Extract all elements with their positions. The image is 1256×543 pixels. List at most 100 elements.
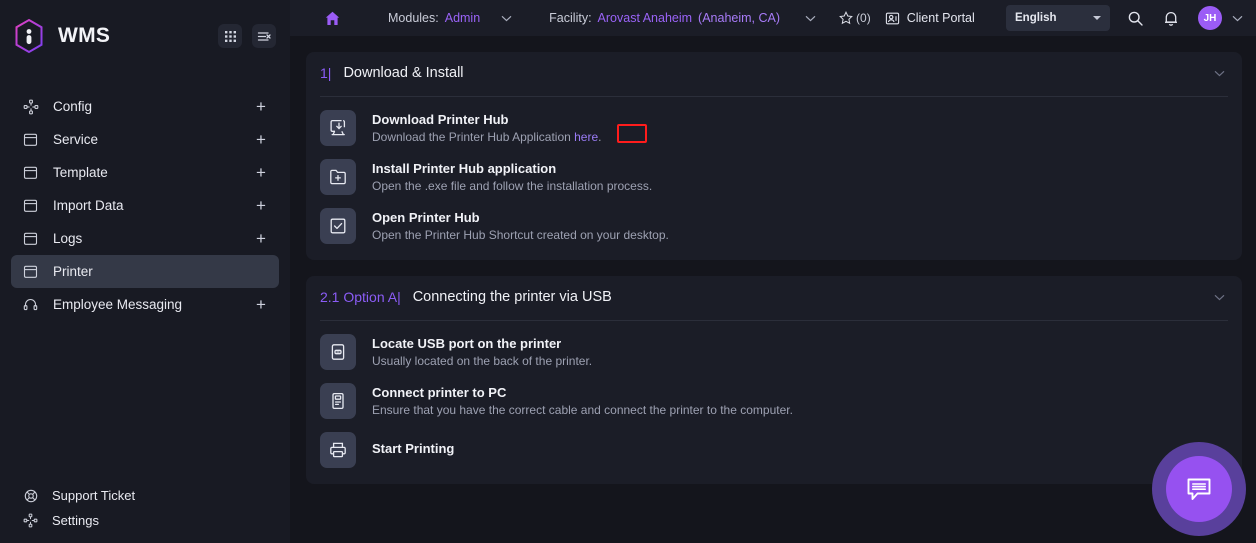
facility-location: (Anaheim, CA) [698,11,780,25]
sidebar-item-label: Import Data [53,198,240,213]
bell-icon[interactable] [1160,7,1182,29]
section-title: Download & Install [343,65,463,81]
printer-icon [320,432,356,468]
sidebar-footer: Support Ticket Settings [0,483,290,533]
modules-label: Modules: [388,11,439,25]
hierarchy-icon [22,98,39,115]
step-description: Open the .exe file and follow the instal… [372,179,652,193]
facility-value: Arovast Anaheim [598,11,693,25]
add-employee-messaging-button[interactable]: + [254,296,268,313]
chat-bubble-icon [1166,456,1232,522]
download-to-device-icon [320,110,356,146]
step-connect-printer-to-pc[interactable]: Connect printer to PC Ensure that you ha… [306,370,1242,419]
app-root: WMS [0,0,1256,543]
chevron-down-icon[interactable] [1213,291,1226,304]
content-scroll-area[interactable]: 1 | Download & Install [290,36,1256,543]
modules-value: Admin [445,11,480,25]
sidebar-item-employee-messaging[interactable]: Employee Messaging + [11,288,279,321]
section-header[interactable]: 2.1 Option A | Connecting the printer vi… [306,276,1242,318]
sidebar-item-settings[interactable]: Settings [0,508,290,533]
section-pipe: | [328,65,332,81]
sidebar-nav: Config + Service + T [0,90,290,321]
favorites-button[interactable]: (0) [839,11,871,25]
sidebar-item-label: Employee Messaging [53,297,240,312]
collapse-sidebar-icon[interactable] [252,24,276,48]
step-title: Start Printing [372,441,454,456]
sidebar-item-config[interactable]: Config + [11,90,279,123]
section-card-download-install: 1 | Download & Install [306,52,1242,260]
step-start-printing[interactable]: Start Printing [306,419,1242,468]
chevron-down-icon [1093,16,1101,20]
star-icon [839,11,853,25]
language-select[interactable]: English [1006,5,1110,31]
add-config-button[interactable]: + [254,98,268,115]
add-logs-button[interactable]: + [254,230,268,247]
chat-launcher-button[interactable] [1152,442,1246,536]
step-text: Download Printer Hub Download the Printe… [372,112,602,144]
step-text: Start Printing [372,441,454,459]
step-description: Download the Printer Hub Application her… [372,130,602,144]
grid-apps-icon[interactable] [218,24,242,48]
search-icon[interactable] [1124,7,1146,29]
usb-port-icon [320,334,356,370]
step-download-printer-hub[interactable]: Download Printer Hub Download the Printe… [306,97,1242,146]
section-card-usb-connection: 2.1 Option A | Connecting the printer vi… [306,276,1242,484]
step-text: Locate USB port on the printer Usually l… [372,336,592,368]
chevron-down-icon[interactable] [804,12,817,25]
chevron-down-icon[interactable] [1231,12,1244,25]
add-service-button[interactable]: + [254,131,268,148]
sidebar: WMS [0,0,290,543]
sidebar-item-printer[interactable]: Printer [11,255,279,288]
highlight-annotation-box [617,124,647,143]
facility-selector[interactable]: Facility: Arovast Anaheim (Anaheim, CA) [549,11,817,25]
calendar-icon [22,263,39,280]
calendar-icon [22,164,39,181]
calendar-icon [22,197,39,214]
step-title: Open Printer Hub [372,210,669,225]
hierarchy-icon [22,512,39,529]
add-template-button[interactable]: + [254,164,268,181]
step-description: Open the Printer Hub Shortcut created on… [372,228,669,242]
step-install-printer-hub[interactable]: Install Printer Hub application Open the… [306,146,1242,195]
id-badge-icon [885,11,900,26]
section-title: Connecting the printer via USB [413,289,612,305]
sidebar-item-logs[interactable]: Logs + [11,222,279,255]
client-portal-button[interactable]: Client Portal [885,11,975,26]
step-text: Install Printer Hub application Open the… [372,161,652,193]
hexagon-person-icon [12,17,46,55]
section-number: 1 [320,65,328,81]
section-header[interactable]: 1 | Download & Install [306,52,1242,94]
step-description: Ensure that you have the correct cable a… [372,403,793,417]
add-import-data-button[interactable]: + [254,197,268,214]
sidebar-item-service[interactable]: Service + [11,123,279,156]
sidebar-footer-label: Support Ticket [52,488,268,503]
modules-selector[interactable]: Modules: Admin [388,11,513,25]
brand-title: WMS [58,24,110,48]
home-icon[interactable] [324,9,342,27]
step-open-printer-hub[interactable]: Open Printer Hub Open the Printer Hub Sh… [306,195,1242,244]
avatar[interactable]: JH [1198,6,1222,30]
checkbox-square-icon [320,208,356,244]
chevron-down-icon[interactable] [1213,67,1226,80]
step-description: Usually located on the back of the print… [372,354,592,368]
top-bar: Modules: Admin Facility: Arovast Anaheim… [290,0,1256,36]
sidebar-item-label: Service [53,132,240,147]
language-value: English [1015,12,1057,24]
step-title: Locate USB port on the printer [372,336,592,351]
calendar-icon [22,230,39,247]
sidebar-item-label: Printer [53,264,240,279]
favorites-count: (0) [856,11,871,25]
client-portal-label: Client Portal [907,11,975,25]
section-pipe: | [397,289,401,305]
sidebar-item-template[interactable]: Template + [11,156,279,189]
sidebar-item-support-ticket[interactable]: Support Ticket [0,483,290,508]
sidebar-item-label: Config [53,99,240,114]
sidebar-item-import-data[interactable]: Import Data + [11,189,279,222]
headset-icon [22,296,39,313]
sidebar-footer-label: Settings [52,513,268,528]
chevron-down-icon[interactable] [500,12,513,25]
step-desc-suffix: . [598,130,601,144]
download-here-link[interactable]: here [574,130,598,144]
step-locate-usb-port[interactable]: Locate USB port on the printer Usually l… [306,321,1242,370]
facility-label: Facility: [549,11,591,25]
